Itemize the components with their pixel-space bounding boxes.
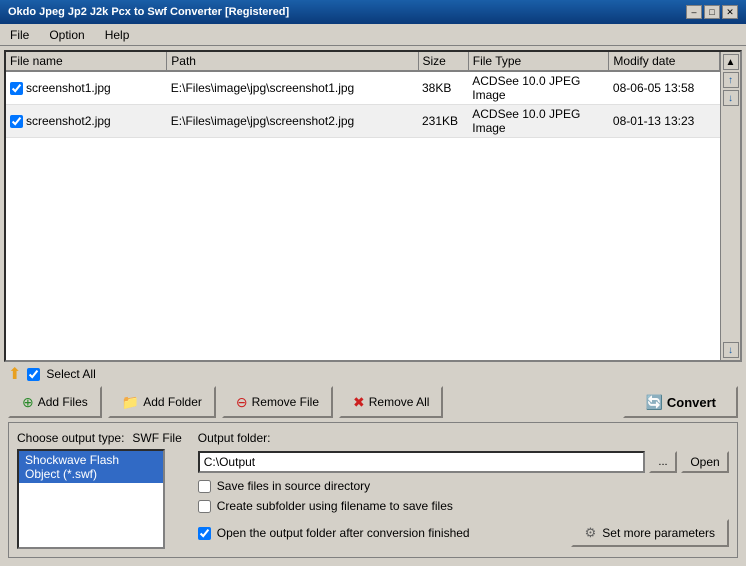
- file-list-container: File name Path Size File Type Modify dat…: [4, 50, 742, 362]
- open-folder-button[interactable]: Open: [681, 451, 729, 473]
- output-folder-row: ... Open: [198, 451, 729, 473]
- row-filetype: ACDSee 10.0 JPEG Image: [468, 71, 609, 105]
- buttons-row: ⊕ Add Files 📁 Add Folder ⊖ Remove File ✖…: [4, 386, 742, 418]
- remove-all-button[interactable]: ✖ Remove All: [339, 386, 443, 418]
- row-filename: screenshot1.jpg: [6, 71, 167, 105]
- add-files-icon: ⊕: [22, 394, 34, 411]
- select-all-label[interactable]: Select All: [46, 367, 95, 381]
- col-filename: File name: [6, 52, 167, 71]
- output-type-swf[interactable]: Shockwave Flash Object (*.swf): [19, 451, 163, 483]
- row-filename-text: screenshot2.jpg: [26, 114, 111, 128]
- select-all-row: ⬆ Select All: [4, 362, 742, 386]
- add-folder-icon: 📁: [122, 394, 139, 411]
- close-button[interactable]: ✕: [722, 5, 738, 19]
- col-filetype: File Type: [468, 52, 609, 71]
- output-type-value: SWF File: [132, 431, 181, 445]
- maximize-button[interactable]: □: [704, 5, 720, 19]
- create-subfolder-checkbox[interactable]: [198, 500, 211, 513]
- col-path: Path: [167, 52, 418, 71]
- open-after-conversion-row: Open the output folder after conversion …: [198, 526, 470, 540]
- add-files-button[interactable]: ⊕ Add Files: [8, 386, 102, 418]
- row-size: 231KB: [418, 105, 468, 138]
- row-modifydate: 08-06-05 13:58: [609, 71, 720, 105]
- remove-all-icon: ✖: [353, 394, 365, 411]
- row-modifydate: 08-01-13 13:23: [609, 105, 720, 138]
- menu-option[interactable]: Option: [43, 26, 90, 44]
- output-type-section: Choose output type: SWF File Shockwave F…: [17, 431, 182, 549]
- row-size: 38KB: [418, 71, 468, 105]
- row-filetype: ACDSee 10.0 JPEG Image: [468, 105, 609, 138]
- menu-help[interactable]: Help: [99, 26, 136, 44]
- remove-all-label: Remove All: [369, 395, 430, 409]
- save-in-source-label[interactable]: Save files in source directory: [217, 479, 370, 493]
- output-folder-input[interactable]: [198, 451, 645, 473]
- row-path: E:\Files\image\jpg\screenshot2.jpg: [167, 105, 418, 138]
- save-in-source-checkbox[interactable]: [198, 480, 211, 493]
- title-bar: Okdo Jpeg Jp2 J2k Pcx to Swf Converter […: [0, 0, 746, 24]
- output-folder-label: Output folder:: [198, 431, 729, 445]
- convert-icon: 🔄: [645, 394, 662, 411]
- create-subfolder-label[interactable]: Create subfolder using filename to save …: [217, 499, 453, 513]
- output-type-list[interactable]: Shockwave Flash Object (*.swf): [17, 449, 165, 549]
- add-folder-button[interactable]: 📁 Add Folder: [108, 386, 216, 418]
- row-filename-text: screenshot1.jpg: [26, 81, 111, 95]
- add-files-label: Add Files: [38, 395, 88, 409]
- add-folder-label: Add Folder: [143, 395, 202, 409]
- row-filename: screenshot2.jpg: [6, 105, 167, 138]
- remove-file-label: Remove File: [252, 395, 319, 409]
- back-icon: ⬆: [8, 364, 21, 384]
- open-after-conversion-label[interactable]: Open the output folder after conversion …: [217, 526, 470, 540]
- title-text: Okdo Jpeg Jp2 J2k Pcx to Swf Converter […: [8, 6, 289, 18]
- scroll-bottom-button[interactable]: ↓: [723, 342, 739, 358]
- remove-file-button[interactable]: ⊖ Remove File: [222, 386, 333, 418]
- menu-bar: File Option Help: [0, 24, 746, 46]
- browse-button[interactable]: ...: [649, 451, 677, 473]
- scroll-top-button[interactable]: ▲: [723, 54, 739, 70]
- scroll-up-button[interactable]: ↑: [723, 72, 739, 88]
- convert-button[interactable]: 🔄 Convert: [623, 386, 738, 418]
- table-row[interactable]: screenshot1.jpg E:\Files\image\jpg\scree…: [6, 71, 720, 105]
- select-all-checkbox[interactable]: [27, 368, 40, 381]
- options-panel: Choose output type: SWF File Shockwave F…: [8, 422, 738, 558]
- row-checkbox[interactable]: [10, 82, 23, 95]
- file-table: File name Path Size File Type Modify dat…: [6, 52, 720, 360]
- output-folder-section: Output folder: ... Open Save files in so…: [198, 431, 729, 549]
- create-subfolder-row: Create subfolder using filename to save …: [198, 499, 729, 513]
- set-params-button[interactable]: ⚙ Set more parameters: [571, 519, 729, 547]
- convert-label: Convert: [667, 395, 716, 410]
- scroll-down-button[interactable]: ↓: [723, 90, 739, 106]
- window-controls: – □ ✕: [686, 5, 738, 19]
- row-checkbox[interactable]: [10, 115, 23, 128]
- output-type-label-row: Choose output type: SWF File: [17, 431, 182, 445]
- set-params-label: Set more parameters: [602, 526, 715, 540]
- main-area: File name Path Size File Type Modify dat…: [0, 46, 746, 566]
- minimize-button[interactable]: –: [686, 5, 702, 19]
- col-size: Size: [418, 52, 468, 71]
- col-modifydate: Modify date: [609, 52, 720, 71]
- table-row[interactable]: screenshot2.jpg E:\Files\image\jpg\scree…: [6, 105, 720, 138]
- open-after-conversion-checkbox[interactable]: [198, 527, 211, 540]
- save-in-source-row: Save files in source directory: [198, 479, 729, 493]
- remove-file-icon: ⊖: [236, 394, 248, 411]
- right-scrollbar: ▲ ↑ ↓ ↓: [720, 52, 740, 360]
- row-path: E:\Files\image\jpg\screenshot1.jpg: [167, 71, 418, 105]
- output-type-label: Choose output type:: [17, 431, 124, 445]
- menu-file[interactable]: File: [4, 26, 35, 44]
- gear-icon: ⚙: [585, 525, 597, 541]
